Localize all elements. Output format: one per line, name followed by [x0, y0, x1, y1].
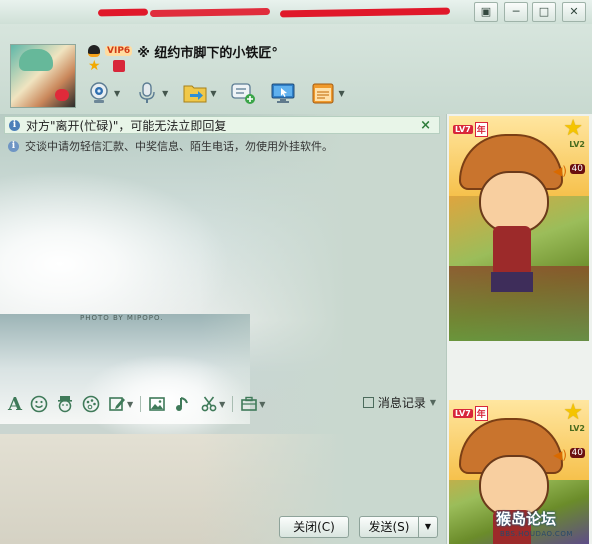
title-bar[interactable]: ▣ ─ □ ✕ — [0, 0, 592, 24]
vip-badge: VIP6 — [105, 46, 133, 56]
chevron-down-icon[interactable]: ▼ — [127, 400, 133, 409]
microphone-icon — [134, 80, 160, 106]
send-button[interactable]: 发送(S) — [359, 516, 419, 538]
video-call-tool[interactable]: ▼ — [86, 80, 120, 106]
screenshot-tool[interactable]: ▼ — [108, 393, 133, 415]
webcam-icon — [86, 80, 112, 106]
palette-icon — [82, 395, 100, 413]
status-icons: ★ — [88, 58, 125, 74]
file-transfer-tool[interactable]: ▼ — [182, 80, 216, 106]
maximize-button[interactable]: □ — [532, 2, 556, 22]
level-badge: LV7 年 — [453, 122, 488, 137]
music-tool[interactable] — [174, 393, 192, 415]
star-icon: ★ — [563, 116, 583, 141]
show-card[interactable]: LV7 年 ★ LV2 ◀) 40 — [449, 116, 589, 341]
message-history-label: 消息记录 — [377, 396, 426, 410]
show-panel: LV7 年 ★ LV2 ◀) 40 LV7 年 ★ LV2 ◀) 40 — [446, 114, 592, 544]
image-tool[interactable] — [148, 393, 166, 415]
away-notice-text: 对方"离开(忙碌)"，可能无法立即回复 — [26, 118, 227, 133]
more-tool[interactable]: ▼ — [240, 393, 265, 415]
message-history-button[interactable]: 消息记录 ▼ — [362, 394, 436, 411]
close-button[interactable]: 关闭(C) — [279, 516, 349, 538]
chevron-down-icon[interactable]: ▼ — [114, 89, 120, 98]
volume-count: 40 — [569, 448, 585, 458]
speaker-icon[interactable]: ◀) — [553, 448, 567, 462]
remote-assist-tool[interactable] — [270, 80, 296, 106]
chevron-down-icon: ▼ — [424, 522, 432, 531]
history-icon — [362, 397, 374, 408]
close-window-button[interactable]: ✕ — [562, 2, 586, 22]
watermark-url: BBS.HOUDAO.COM — [500, 530, 573, 538]
chevron-down-icon[interactable]: ▼ — [338, 89, 344, 98]
redacted-mark — [97, 8, 149, 17]
speaker-icon[interactable]: ◀) — [553, 164, 567, 178]
avatar[interactable] — [10, 44, 76, 108]
redacted-mark — [149, 7, 271, 18]
chat-toolbar: ▼ ▼ ▼ ▼ — [86, 80, 359, 106]
minimize-button[interactable]: ─ — [504, 2, 528, 22]
away-notice-bar: i 对方"离开(忙碌)"，可能无法立即回复 × — [4, 116, 440, 134]
info-icon: i — [8, 140, 19, 152]
level2-label: LV2 — [569, 140, 585, 149]
redacted-mark — [279, 7, 451, 18]
doodle-tool[interactable] — [82, 393, 100, 415]
security-warning-text: 交谈中请勿轻信汇款、中奖信息、陌生电话，勿使用外挂软件。 — [25, 140, 333, 153]
chevron-down-icon[interactable]: ▼ — [259, 400, 265, 409]
send-group: 发送(S) ▼ — [359, 516, 438, 538]
level-badge: LV7 年 — [453, 406, 488, 421]
star-icon: ★ — [563, 400, 583, 425]
capture-tool[interactable]: ▼ — [200, 393, 225, 415]
action-buttons: 关闭(C) 发送(S) ▼ — [279, 516, 438, 538]
annual-badge: 年 — [474, 406, 488, 421]
briefcase-icon — [241, 396, 258, 411]
music-note-icon — [176, 397, 189, 411]
font-icon: A — [8, 393, 22, 415]
heart-icon — [55, 89, 69, 101]
magic-face-icon — [57, 396, 72, 413]
photo-credit: PHOTO BY MIPOPO. — [80, 314, 164, 322]
level-label: LV7 — [453, 409, 473, 418]
contact-name[interactable]: ※ 纽约市脚下的小铁匠° — [137, 42, 278, 61]
remote-desktop-icon — [270, 80, 296, 106]
edit-icon — [109, 397, 125, 411]
scissors-icon — [201, 396, 217, 412]
level2-label: LV2 — [569, 424, 585, 433]
emoticon-tool[interactable] — [30, 393, 48, 415]
watermark-logo: 猴岛论坛 — [496, 510, 557, 528]
add-message-icon — [230, 80, 256, 106]
chevron-down-icon[interactable]: ▼ — [210, 89, 216, 98]
image-icon — [149, 397, 165, 411]
level-label: LV7 — [453, 125, 473, 134]
file-transfer-icon — [182, 80, 208, 106]
send-options-button[interactable]: ▼ — [419, 516, 438, 538]
star-icon[interactable]: ★ — [88, 58, 101, 74]
font-tool[interactable]: A — [8, 393, 22, 415]
voice-call-tool[interactable]: ▼ — [134, 80, 168, 106]
chevron-down-icon[interactable]: ▼ — [162, 89, 168, 98]
chat-area[interactable]: PHOTO BY MIPOPO. — [0, 114, 442, 544]
chevron-down-icon: ▼ — [429, 398, 436, 407]
security-warning: i 交谈中请勿轻信汇款、中奖信息、陌生电话，勿使用外挂软件。 — [8, 138, 333, 154]
skin-button[interactable]: ▣ — [474, 2, 498, 22]
magic-emoticon-tool[interactable] — [56, 393, 74, 415]
close-icon[interactable]: × — [412, 118, 439, 133]
annual-badge: 年 — [474, 122, 488, 137]
smiley-icon — [30, 395, 48, 413]
chat-window: ▣ ─ □ ✕ VIP6 ※ 纽约市脚下的小铁匠° ★ ▼ ▼ ▼ ▼ PHOT… — [0, 0, 592, 544]
multi-chat-tool[interactable] — [230, 80, 256, 106]
penguin-icon — [88, 45, 100, 57]
chevron-down-icon[interactable]: ▼ — [219, 400, 225, 409]
info-icon: i — [9, 119, 20, 131]
volume-count: 40 — [569, 164, 585, 174]
input-toolbar: A ▼ ▼ ▼ 消息记录 ▼ — [4, 392, 442, 416]
apps-icon — [310, 80, 336, 106]
show-icon[interactable] — [112, 60, 125, 72]
apps-tool[interactable]: ▼ — [310, 80, 345, 106]
